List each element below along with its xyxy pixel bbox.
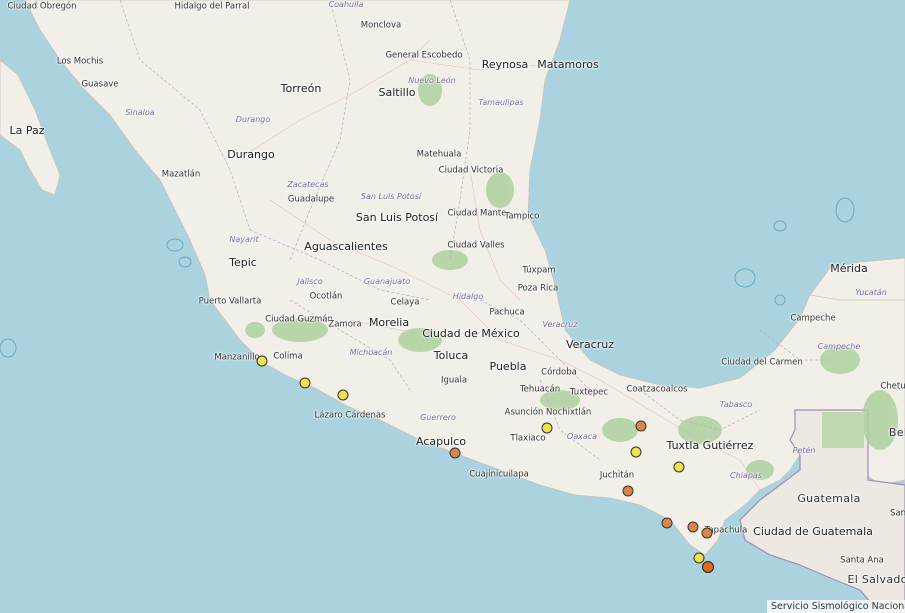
label-belize: Bel bbox=[888, 426, 905, 440]
label-guatemala: Guatemala bbox=[797, 492, 861, 506]
label-michoacan: Michoacán bbox=[349, 347, 393, 357]
earthquake-marker[interactable] bbox=[337, 389, 349, 401]
earthquake-marker[interactable] bbox=[687, 521, 699, 533]
label-tamaulipas: Tamaulipas bbox=[478, 97, 524, 107]
label-guadalupe: Guadalupe bbox=[287, 194, 335, 205]
label-hidalgo-del-parral: Hidalgo del Parral bbox=[174, 1, 250, 12]
label-reynosa: Reynosa bbox=[481, 58, 529, 72]
label-acapulco: Acapulco bbox=[416, 435, 466, 449]
label-tepic: Tepic bbox=[229, 256, 257, 270]
label-durango: Durango bbox=[227, 148, 275, 162]
label-yucatan: Yucatán bbox=[855, 287, 887, 297]
earthquake-marker[interactable] bbox=[701, 527, 713, 539]
label-durango-state: Durango bbox=[235, 114, 271, 124]
map-canvas[interactable]: Ciudad Obregón Hidalgo del Parral Coahuila… bbox=[0, 0, 905, 613]
label-celaya: Celaya bbox=[390, 297, 420, 308]
label-campeche-state: Campeche bbox=[817, 341, 861, 351]
label-cuajinicuilapa: Cuajinicuilapa bbox=[469, 469, 529, 480]
label-guerrero: Guerrero bbox=[420, 412, 456, 422]
label-ciudad-de-guatemala: Ciudad de Guatemala bbox=[753, 525, 873, 539]
label-juchitan: Juchitán bbox=[599, 470, 635, 481]
label-san-luis-potosi-state: San Luis Potosí bbox=[360, 191, 422, 201]
earthquake-marker[interactable] bbox=[256, 355, 268, 367]
label-veracruz-state: Veracruz bbox=[542, 319, 578, 329]
label-coahuila: Coahuila bbox=[328, 0, 364, 9]
label-cordoba: Córdoba bbox=[541, 367, 577, 378]
label-tampico: Tampico bbox=[504, 211, 540, 222]
label-ciudad-mante: Ciudad Mante bbox=[447, 208, 507, 219]
label-matehuala: Matehuala bbox=[416, 149, 462, 160]
label-toluca: Toluca bbox=[433, 349, 469, 363]
label-hidalgo: Hidalgo bbox=[452, 291, 484, 301]
label-lazaro-cardenas: Lázaro Cárdenas bbox=[314, 410, 386, 421]
earthquake-marker[interactable] bbox=[702, 561, 714, 573]
label-jalisco: Jalisco bbox=[297, 276, 323, 286]
label-asuncion-nochixtlan: Asunción Nochixtlán bbox=[504, 407, 592, 418]
label-zacatecas-state: Zacatecas bbox=[287, 179, 329, 189]
label-torreon: Torreón bbox=[280, 82, 322, 96]
label-monclova: Monclova bbox=[360, 20, 402, 31]
label-tuxtepec: Tuxtepec bbox=[569, 387, 609, 398]
label-puerto-vallarta: Puerto Vallarta bbox=[198, 296, 262, 307]
label-general-escobedo: General Escobedo bbox=[385, 50, 463, 61]
label-tabasco: Tabasco bbox=[719, 399, 753, 409]
label-manzanillo: Manzanillo bbox=[214, 352, 260, 363]
label-colima: Colima bbox=[273, 351, 303, 362]
label-el-salvador: El Salvador bbox=[847, 573, 905, 587]
label-ciudad-victoria: Ciudad Victoria bbox=[438, 165, 504, 176]
label-coatzacoalcos: Coatzacoalcos bbox=[626, 384, 688, 395]
label-poza-rica: Poza Rica bbox=[517, 283, 559, 294]
basemap bbox=[0, 0, 905, 613]
label-morelia: Morelia bbox=[368, 316, 410, 330]
label-ciudad-obregon: Ciudad Obregón bbox=[7, 1, 77, 12]
label-zamora: Zamora bbox=[328, 319, 362, 330]
label-iguala: Iguala bbox=[440, 375, 468, 386]
label-pachuca: Pachuca bbox=[489, 307, 525, 318]
earthquake-marker[interactable] bbox=[673, 461, 685, 473]
label-saltillo: Saltillo bbox=[378, 86, 416, 100]
label-sinaloa: Sinaloa bbox=[125, 107, 155, 117]
label-peten: Petén bbox=[792, 445, 816, 455]
label-ciudad-del-carmen: Ciudad del Carmen bbox=[721, 357, 803, 368]
label-ciudad-guzman: Ciudad Guzmán bbox=[265, 314, 333, 325]
label-puebla: Puebla bbox=[489, 360, 527, 374]
label-tuxtla-gutierrez: Tuxtla Gutiérrez bbox=[666, 439, 754, 453]
map-attribution[interactable]: Servicio Sismológico Nacional bbox=[767, 600, 905, 613]
label-nayarit: Nayarit bbox=[229, 234, 259, 244]
label-chetumal: Chetu bbox=[880, 381, 905, 392]
label-tehuacan: Tehuacán bbox=[519, 384, 561, 395]
earthquake-marker[interactable] bbox=[449, 447, 461, 459]
earthquake-marker[interactable] bbox=[299, 377, 311, 389]
label-veracruz: Veracruz bbox=[565, 338, 615, 352]
earthquake-marker[interactable] bbox=[661, 517, 673, 529]
label-tuxpam: Túxpam bbox=[522, 265, 556, 276]
label-oaxaca: Oaxaca bbox=[566, 431, 598, 441]
label-la-paz: La Paz bbox=[9, 124, 45, 138]
label-los-mochis: Los Mochis bbox=[56, 56, 104, 67]
label-chiapas: Chiapas bbox=[730, 470, 762, 480]
earthquake-marker[interactable] bbox=[622, 485, 634, 497]
label-tlaxiaco: Tlaxiaco bbox=[510, 433, 546, 444]
label-san-luis-potosi: San Luis Potosí bbox=[355, 211, 439, 225]
label-santa-ana: Santa Ana bbox=[840, 555, 884, 566]
label-ciudad-valles: Ciudad Valles bbox=[447, 240, 505, 251]
label-guasave: Guasave bbox=[81, 79, 119, 90]
label-mazatlan: Mazatlán bbox=[161, 169, 201, 180]
label-guanajuato: Guanajuato bbox=[363, 276, 411, 286]
earthquake-marker[interactable] bbox=[635, 420, 647, 432]
earthquake-marker[interactable] bbox=[630, 446, 642, 458]
label-san: San bbox=[890, 508, 905, 519]
label-matamoros: Matamoros bbox=[537, 58, 599, 72]
label-aguascalientes: Aguascalientes bbox=[304, 240, 388, 254]
label-campeche: Campeche bbox=[790, 313, 836, 324]
label-ocotlan: Ocotlán bbox=[309, 291, 343, 302]
earthquake-marker[interactable] bbox=[541, 422, 553, 434]
label-ciudad-de-mexico: Ciudad de México bbox=[422, 327, 520, 341]
label-nuevo-leon: Nuevo León bbox=[408, 75, 456, 85]
label-merida: Mérida bbox=[830, 262, 868, 276]
